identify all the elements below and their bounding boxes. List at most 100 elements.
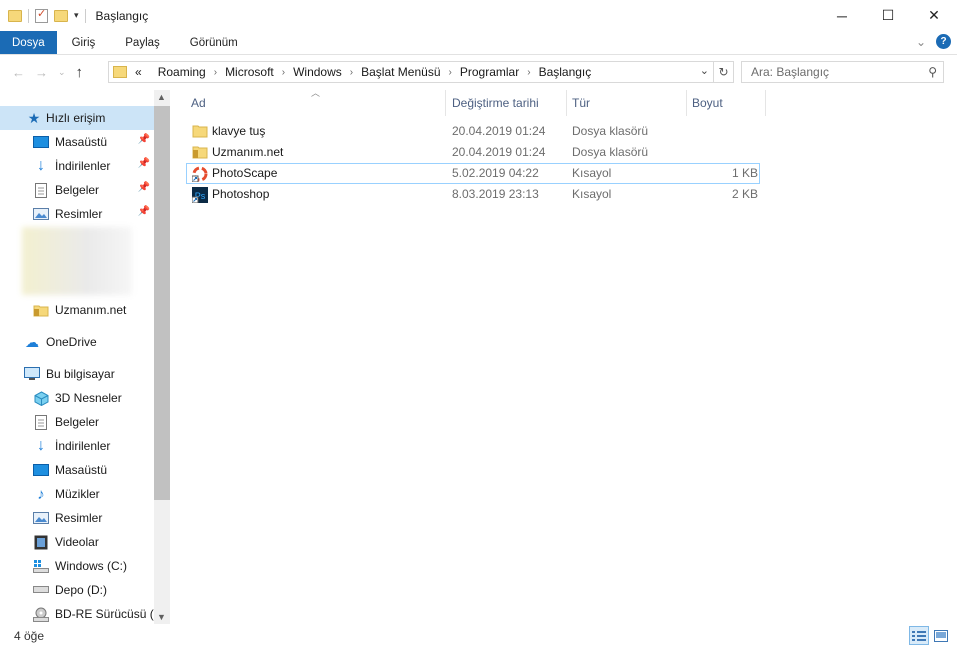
- chevron-right-icon[interactable]: ›: [527, 67, 530, 78]
- new-folder-icon[interactable]: [54, 9, 68, 22]
- breadcrumb-baslat-menusu[interactable]: Başlat Menüsü ›: [361, 65, 460, 79]
- up-arrow-icon[interactable]: ↑: [76, 64, 84, 81]
- cloud-icon: ☁: [25, 333, 39, 350]
- star-icon: ★: [27, 109, 41, 126]
- column-header-type[interactable]: Tür: [572, 90, 686, 116]
- tab-dosya[interactable]: Dosya: [0, 31, 57, 54]
- quick-access-toolbar: ▾: [0, 7, 86, 23]
- address-dropdown-icon[interactable]: ⌄: [700, 64, 709, 77]
- pin-icon[interactable]: 📌: [138, 206, 150, 217]
- close-button[interactable]: ✕: [911, 0, 957, 31]
- search-icon: ⚲: [928, 65, 937, 79]
- tab-gorunum[interactable]: Görünüm: [175, 31, 253, 54]
- details-view-icon[interactable]: [909, 626, 929, 645]
- folder-icon: [113, 66, 127, 78]
- chevron-right-icon[interactable]: ›: [214, 67, 217, 78]
- expand-ribbon-icon[interactable]: ⌄: [916, 35, 926, 49]
- drive-icon: [33, 582, 49, 598]
- pin-icon[interactable]: 📌: [138, 134, 150, 145]
- cube-icon: [33, 390, 49, 406]
- table-row[interactable]: PhotoScape 5.02.2019 04:22 Kısayol 1 KB: [186, 163, 760, 184]
- breadcrumb-baslangic[interactable]: Başlangıç: [539, 65, 592, 79]
- nav-item-belgeler-pc[interactable]: Belgeler: [0, 410, 154, 434]
- nav-item-masaustu[interactable]: Masaüstü 📌: [0, 130, 154, 154]
- customize-dropdown-icon[interactable]: ▾: [74, 10, 79, 21]
- tab-paylas[interactable]: Paylaş: [110, 31, 175, 54]
- tab-giris[interactable]: Giriş: [57, 31, 111, 54]
- window-title: Başlangıç: [95, 8, 149, 23]
- nav-quick-access[interactable]: ★ Hızlı erişim: [0, 106, 154, 130]
- nav-item-depo-d[interactable]: Depo (D:): [0, 578, 154, 602]
- nav-item-masaustu-pc[interactable]: Masaüstü: [0, 458, 154, 482]
- nav-item-bu-bilgisayar[interactable]: Bu bilgisayar: [0, 362, 154, 386]
- nav-item-bd-re[interactable]: BD-RE Sürücüsü (E: [0, 602, 162, 624]
- documents-icon: [33, 414, 49, 430]
- scroll-up-icon[interactable]: ▲: [157, 92, 166, 102]
- nav-item-resimler[interactable]: Resimler 📌: [0, 202, 154, 226]
- view-switcher: [909, 626, 951, 645]
- search-input[interactable]: [751, 65, 911, 79]
- column-header-size[interactable]: Boyut: [692, 90, 764, 116]
- breadcrumb-windows[interactable]: Windows ›: [293, 65, 361, 79]
- file-list: ︿ Ad Değiştirme tarihi Tür Boyut klavye …: [180, 88, 957, 624]
- forward-arrow-icon[interactable]: →: [35, 65, 48, 80]
- column-divider[interactable]: [686, 90, 687, 116]
- chevron-right-icon[interactable]: ›: [282, 67, 285, 78]
- chevron-right-icon[interactable]: ›: [449, 67, 452, 78]
- nav-item-muzikler[interactable]: ♪ Müzikler: [0, 482, 154, 506]
- breadcrumb-overflow[interactable]: «: [135, 65, 158, 79]
- nav-item-onedrive[interactable]: ☁ OneDrive: [0, 330, 154, 354]
- column-header-name[interactable]: Ad: [191, 90, 445, 116]
- chevron-right-icon[interactable]: ›: [350, 67, 353, 78]
- column-divider[interactable]: [445, 90, 446, 116]
- column-divider[interactable]: [765, 90, 766, 116]
- desktop-icon: [33, 462, 49, 478]
- help-icon[interactable]: ?: [936, 34, 951, 49]
- table-row[interactable]: klavye tuş 20.04.2019 01:24 Dosya klasör…: [186, 121, 760, 142]
- navigation-pane: ★ Hızlı erişim Masaüstü 📌 ↓ İndirilenler…: [0, 90, 170, 624]
- photoscape-icon: [191, 166, 208, 183]
- disc-drive-icon: [33, 606, 49, 622]
- photoshop-icon: Ps: [191, 187, 208, 204]
- nav-item-videolar[interactable]: Videolar: [0, 530, 154, 554]
- table-row[interactable]: Uzmanım.net 20.04.2019 01:24 Dosya klasö…: [186, 142, 760, 163]
- pin-icon[interactable]: 📌: [138, 158, 150, 169]
- back-arrow-icon[interactable]: ←: [12, 65, 25, 80]
- table-row[interactable]: Ps Photoshop 8.03.2019 23:13 Kısayol 2 K…: [186, 184, 760, 205]
- status-bar: 4 öğe: [0, 624, 957, 648]
- navigation-buttons: ← → ⌄ ↑: [0, 64, 106, 81]
- nav-item-resimler-pc[interactable]: Resimler: [0, 506, 154, 530]
- search-box[interactable]: ⚲: [741, 61, 944, 83]
- divider: [28, 8, 29, 23]
- nav-item-windows-c[interactable]: Windows (C:): [0, 554, 154, 578]
- nav-item-3d-nesneler[interactable]: 3D Nesneler: [0, 386, 154, 410]
- computer-icon: [24, 366, 40, 382]
- breadcrumb-programlar[interactable]: Programlar ›: [460, 65, 539, 79]
- desktop-icon: [33, 134, 49, 150]
- maximize-button[interactable]: ☐: [865, 0, 911, 31]
- refresh-button[interactable]: ↻: [714, 61, 734, 83]
- properties-icon[interactable]: [35, 7, 48, 23]
- recent-locations-icon[interactable]: ⌄: [58, 67, 66, 78]
- minimize-button[interactable]: ─: [819, 0, 865, 31]
- breadcrumb-microsoft[interactable]: Microsoft ›: [225, 65, 293, 79]
- ribbon-tabs: Dosya Giriş Paylaş Görünüm ⌄ ?: [0, 31, 957, 55]
- breadcrumb-roaming[interactable]: Roaming ›: [158, 65, 225, 79]
- nav-item-uzmanim[interactable]: Uzmanım.net: [0, 298, 154, 322]
- nav-item-indirilenler[interactable]: ↓ İndirilenler 📌: [0, 154, 154, 178]
- folder-icon: [33, 302, 49, 318]
- column-divider[interactable]: [566, 90, 567, 116]
- column-header-modified[interactable]: Değiştirme tarihi: [452, 90, 566, 116]
- scrollbar-thumb[interactable]: [154, 106, 170, 500]
- music-note-icon: ♪: [37, 485, 45, 503]
- nav-item-belgeler[interactable]: Belgeler 📌: [0, 178, 154, 202]
- pictures-icon: [33, 510, 49, 526]
- address-bar[interactable]: « Roaming › Microsoft › Windows › Başlat Me…: [108, 61, 714, 83]
- scroll-down-icon[interactable]: ▼: [157, 612, 166, 622]
- title-bar: ▾ Başlangıç ─ ☐ ✕: [0, 0, 957, 31]
- nav-scrollbar[interactable]: ▲ ▼: [154, 90, 170, 624]
- pin-icon[interactable]: 📌: [138, 182, 150, 193]
- nav-item-indirilenler-pc[interactable]: ↓ İndirilenler: [0, 434, 154, 458]
- folder-icon: [192, 145, 208, 159]
- large-icons-view-icon[interactable]: [931, 626, 951, 645]
